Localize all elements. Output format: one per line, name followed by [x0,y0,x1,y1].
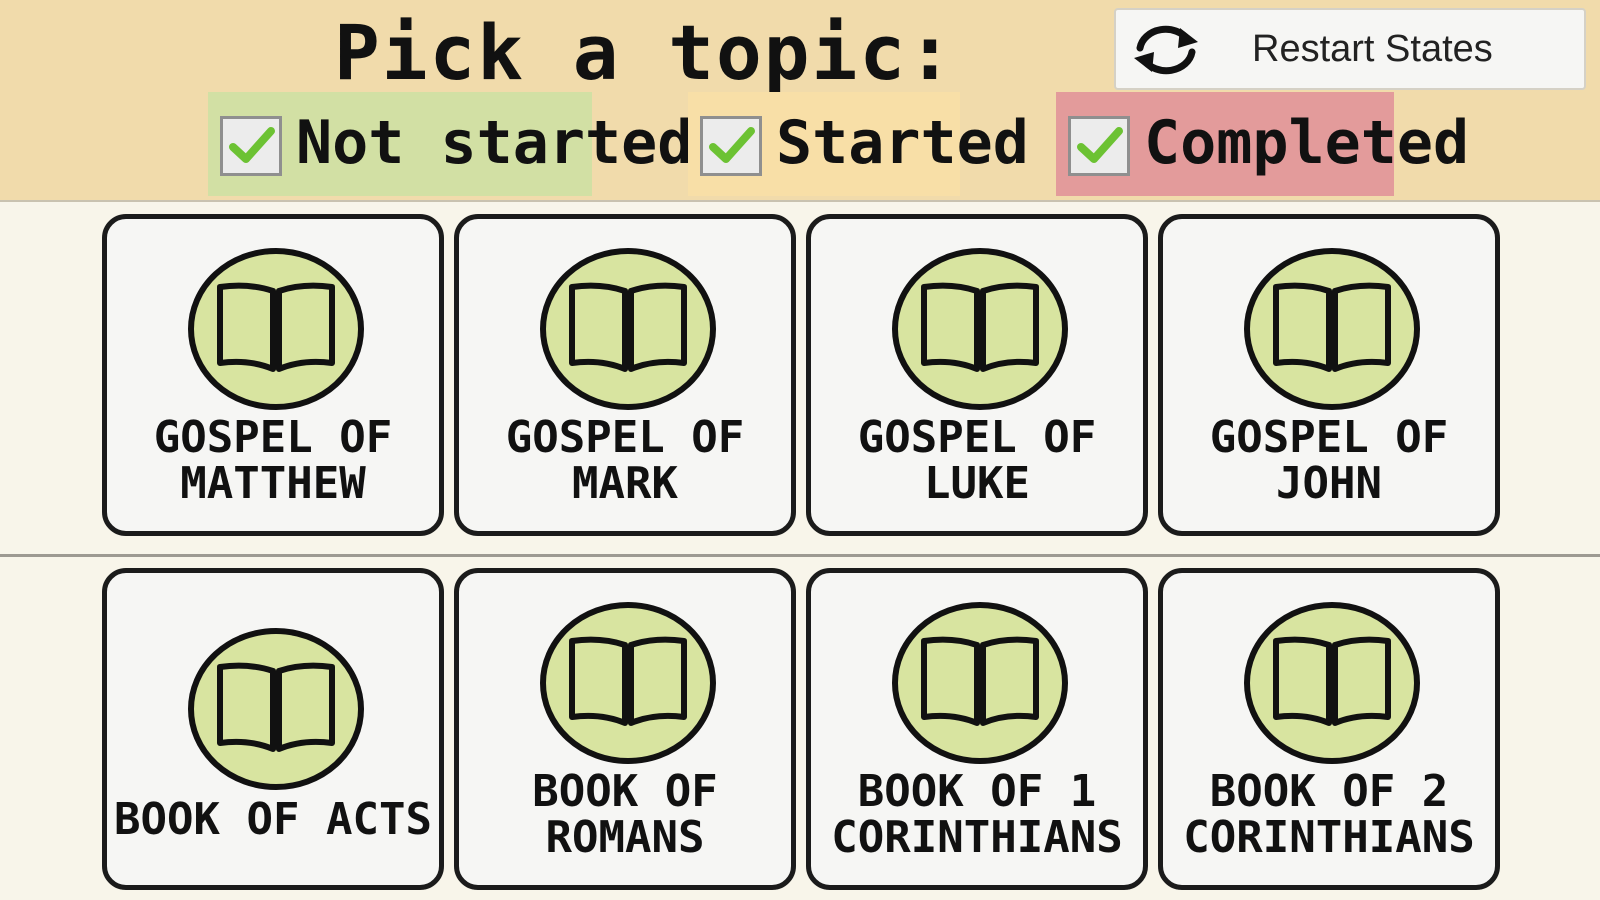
refresh-icon [1134,25,1198,75]
topic-label: GOSPEL OF MATTHEW [153,412,393,509]
header-bar: Pick a topic: Restart States Not started… [0,0,1600,202]
completed-checkbox[interactable] [1068,116,1130,176]
topic-label: BOOK OF ACTS [114,794,432,845]
started-checkbox[interactable] [700,116,762,176]
topic-label: GOSPEL OF LUKE [857,412,1097,509]
topic-label: BOOK OF ROMANS [532,766,718,863]
topic-tile-luke[interactable]: GOSPEL OF LUKE [806,214,1148,536]
topic-tile-mark[interactable]: GOSPEL OF MARK [454,214,796,536]
topic-tile-matthew[interactable]: GOSPEL OF MATTHEW [102,214,444,536]
topic-label: GOSPEL OF JOHN [1209,412,1449,509]
not-started-label: Not started [296,108,694,178]
topic-tile-john[interactable]: GOSPEL OF JOHN [1158,214,1500,536]
open-book-icon [540,248,716,410]
topic-label: GOSPEL OF MARK [505,412,745,509]
checkmark-icon [229,127,275,163]
not-started-checkbox[interactable] [220,116,282,176]
restart-states-button[interactable]: Restart States [1114,8,1586,90]
open-book-icon [540,602,716,764]
topic-tile-romans[interactable]: BOOK OF ROMANS [454,568,796,890]
topic-tile-1-corinthians[interactable]: BOOK OF 1 CORINTHIANS [806,568,1148,890]
restart-states-label: Restart States [1252,28,1493,70]
filter-started[interactable]: Started [688,92,1029,196]
open-book-icon [892,602,1068,764]
open-book-icon [1244,602,1420,764]
topic-label: BOOK OF 1 CORINTHIANS [831,766,1123,863]
topic-tile-2-corinthians[interactable]: BOOK OF 2 CORINTHIANS [1158,568,1500,890]
page-title: Pick a topic: [334,8,955,97]
open-book-icon [188,248,364,410]
checkmark-icon [709,127,755,163]
open-book-icon [1244,248,1420,410]
checkmark-icon [1077,127,1123,163]
open-book-icon [892,248,1068,410]
filter-completed[interactable]: Completed [1056,92,1469,196]
started-label: Started [776,108,1029,178]
row-divider [0,554,1600,557]
topic-tile-acts[interactable]: BOOK OF ACTS [102,568,444,890]
filter-not-started[interactable]: Not started [208,92,693,196]
open-book-icon [188,628,364,790]
completed-label: Completed [1144,108,1470,178]
topic-label: BOOK OF 2 CORINTHIANS [1183,766,1475,863]
